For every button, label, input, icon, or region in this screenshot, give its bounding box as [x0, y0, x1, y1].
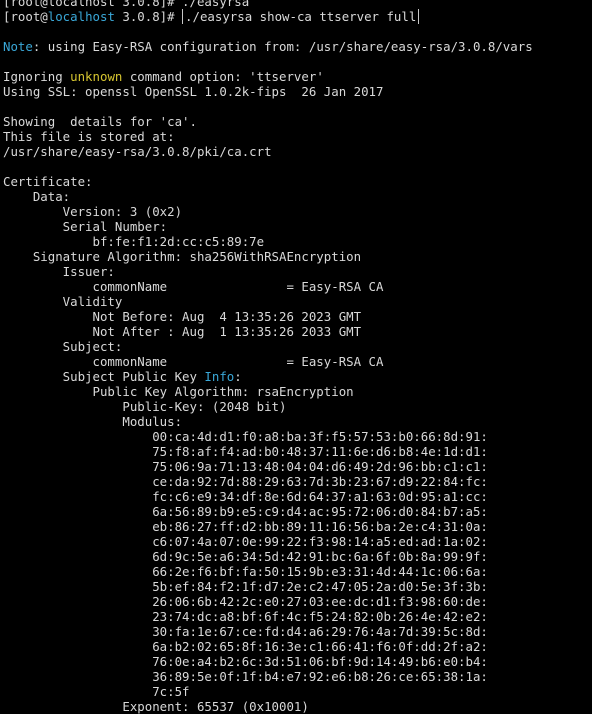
modulus-line: 75:06:9a:71:13:48:04:04:d6:49:2d:96:bb:c… [3, 459, 592, 474]
cert-subject-text: Subject: [3, 339, 123, 354]
entered-command[interactable]: ./easyrsa show-ca ttserver full [182, 9, 420, 24]
output-stored-line: This file is stored at: [3, 129, 592, 144]
cert-not-before-text: Not Before: Aug 4 13:35:26 2023 GMT [3, 309, 362, 324]
modulus-line: c6:07:4a:07:0e:99:22:f3:98:14:a5:ed:ad:1… [3, 534, 592, 549]
cert-not-before: Not Before: Aug 4 13:35:26 2023 GMT [3, 309, 592, 324]
output-showing-line: Showing details for 'ca'. [3, 114, 592, 129]
cert-issuer-text: Issuer: [3, 264, 115, 279]
cert-pk-size-text: Public-Key: (2048 bit) [3, 399, 287, 414]
modulus-line: eb:86:27:ff:d2:bb:89:11:16:56:ba:2e:c4:3… [3, 519, 592, 534]
modulus-line-text: 5b:ef:84:f2:1f:d7:2e:c2:47:05:2a:d0:5e:3… [3, 579, 488, 594]
terminal-window[interactable]: [root@localhost 3.0.8]# ./easyrsa [root@… [0, 0, 592, 714]
ssl-text: Using SSL: openssl OpenSSL 1.0.2k-fips 2… [3, 84, 384, 99]
prompt-host: localhost [47, 9, 115, 24]
cert-subject: Subject: [3, 339, 592, 354]
cert-issuer-cn: commonName = Easy-RSA CA [3, 279, 592, 294]
modulus-line: 30:fa:1e:67:ce:fd:d4:a6:29:76:4a:7d:39:5… [3, 624, 592, 639]
prompt-user: [root@ [3, 9, 48, 24]
modulus-line-text: 30:fa:1e:67:ce:fd:d4:a6:29:76:4a:7d:39:5… [3, 624, 488, 639]
modulus-line-text: 6d:9c:5e:a6:34:5d:42:91:bc:6a:6f:0b:8a:9… [3, 549, 488, 564]
cert-modulus-label: Modulus: [3, 414, 592, 429]
modulus-line-text: 6a:b2:02:65:8f:16:3e:c1:66:41:f6:0f:dd:2… [3, 639, 488, 654]
cert-pk-algorithm-text: Public Key Algorithm: rsaEncryption [3, 384, 354, 399]
terminal-line-command-prompt: [root@localhost 3.0.8]# ./easyrsa show-c… [3, 9, 592, 24]
cert-signature-algorithm: Signature Algorithm: sha256WithRSAEncryp… [3, 249, 592, 264]
modulus-line: 6a:56:89:b9:e5:c9:d4:ac:95:72:06:d0:84:b… [3, 504, 592, 519]
modulus-line-text: ce:da:92:7d:88:29:63:7d:3b:23:67:d9:22:8… [3, 474, 488, 489]
cert-pk-size: Public-Key: (2048 bit) [3, 399, 592, 414]
modulus-line: 5b:ef:84:f2:1f:d7:2e:c2:47:05:2a:d0:5e:3… [3, 579, 592, 594]
output-note-line: Note: using Easy-RSA configuration from:… [3, 39, 592, 54]
modulus-line: fc:c6:e9:34:df:8e:6d:64:37:a1:63:0d:95:a… [3, 489, 592, 504]
modulus-line: 36:89:5e:0f:1f:b4:e7:92:e6:b8:26:ce:65:3… [3, 669, 592, 684]
output-ignoring-line: Ignoring unknown command option: 'ttserv… [3, 69, 592, 84]
cert-heading-text: Certificate: [3, 174, 93, 189]
cert-spki-suffix: : [234, 369, 242, 384]
prompt-directory: 3.0.8]# [114, 9, 183, 24]
cert-validity-text: Validity [3, 294, 123, 309]
stored-text: This file is stored at: [3, 129, 175, 144]
modulus-line-text: 36:89:5e:0f:1f:b4:e7:92:e6:b8:26:ce:65:3… [3, 669, 488, 684]
cert-spki-prefix: Subject Public Key [3, 369, 205, 384]
cert-path: /usr/share/easy-rsa/3.0.8/pki/ca.crt [3, 144, 272, 159]
cert-version: Version: 3 (0x2) [3, 204, 592, 219]
ignoring-keyword: unknown [70, 69, 123, 84]
modulus-line-text: eb:86:27:ff:d2:bb:89:11:16:56:ba:2e:c4:3… [3, 519, 488, 534]
modulus-line: 66:2e:f6:bf:fa:50:15:9b:e3:31:4d:44:1c:0… [3, 564, 592, 579]
ignoring-prefix: Ignoring [3, 69, 71, 84]
cert-issuer: Issuer: [3, 264, 592, 279]
ignoring-suffix: command option: 'ttserver' [122, 69, 324, 84]
cert-spki: Subject Public Key Info: [3, 369, 592, 384]
cert-version-text: Version: 3 (0x2) [3, 204, 183, 219]
modulus-line: 6d:9c:5e:a6:34:5d:42:91:bc:6a:6f:0b:8a:9… [3, 549, 592, 564]
cert-signature-algorithm-text: Signature Algorithm: sha256WithRSAEncryp… [3, 249, 362, 264]
cert-heading: Certificate: [3, 174, 592, 189]
cert-not-after: Not After : Aug 1 13:35:26 2033 GMT [3, 324, 592, 339]
modulus-line-text: 75:f8:af:f4:ad:b0:48:37:11:6e:d6:b8:4e:1… [3, 444, 488, 459]
modulus-line-text: 26:06:6b:42:2c:e0:27:03:ee:dc:d1:f3:98:6… [3, 594, 488, 609]
cert-subject-cn-text: commonName = Easy-RSA CA [3, 354, 384, 369]
modulus-line-text: 76:0e:a4:b2:6c:3d:51:06:bf:9d:14:49:b6:e… [3, 654, 488, 669]
modulus-line-text: 75:06:9a:71:13:48:04:04:d6:49:2d:96:bb:c… [3, 459, 488, 474]
modulus-line-text: c6:07:4a:07:0e:99:22:f3:98:14:a5:ed:ad:1… [3, 534, 488, 549]
showing-text: Showing details for 'ca'. [3, 114, 197, 129]
modulus-line: 6a:b2:02:65:8f:16:3e:c1:66:41:f6:0f:dd:2… [3, 639, 592, 654]
cert-serial-label-text: Serial Number: [3, 219, 168, 234]
modulus-line-text: 23:74:dc:a8:bf:6f:4c:f5:24:82:0b:26:4e:4… [3, 609, 488, 624]
cert-serial-label: Serial Number: [3, 219, 592, 234]
cert-data-text: Data: [3, 189, 71, 204]
cert-not-after-text: Not After : Aug 1 13:35:26 2033 GMT [3, 324, 362, 339]
cert-data: Data: [3, 189, 592, 204]
output-ssl-line: Using SSL: openssl OpenSSL 1.0.2k-fips 2… [3, 84, 592, 99]
modulus-line-text: 6a:56:89:b9:e5:c9:d4:ac:95:72:06:d0:84:b… [3, 504, 488, 519]
cert-serial-value-text: bf:fe:f1:2d:cc:c5:89:7e [3, 234, 265, 249]
note-label: Note [3, 39, 33, 54]
modulus-line: 26:06:6b:42:2c:e0:27:03:ee:dc:d1:f3:98:6… [3, 594, 592, 609]
cert-spki-info-keyword: Info [204, 369, 235, 384]
terminal-line-previous-prompt: [root@localhost 3.0.8]# ./easyrsa [3, 0, 592, 9]
cert-subject-cn: commonName = Easy-RSA CA [3, 354, 592, 369]
output-path-line: /usr/share/easy-rsa/3.0.8/pki/ca.crt [3, 144, 592, 159]
cert-modulus-label-text: Modulus: [3, 414, 183, 429]
modulus-line: 7c:5f [3, 684, 592, 699]
modulus-line: 76:0e:a4:b2:6c:3d:51:06:bf:9d:14:49:b6:e… [3, 654, 592, 669]
cert-pk-algorithm: Public Key Algorithm: rsaEncryption [3, 384, 592, 399]
modulus-line-text: 00:ca:4d:d1:f0:a8:ba:3f:f5:57:53:b0:66:8… [3, 429, 488, 444]
modulus-line: 75:f8:af:f4:ad:b0:48:37:11:6e:d6:b8:4e:1… [3, 444, 592, 459]
cert-serial-value: bf:fe:f1:2d:cc:c5:89:7e [3, 234, 592, 249]
modulus-line: 00:ca:4d:d1:f0:a8:ba:3f:f5:57:53:b0:66:8… [3, 429, 592, 444]
cert-issuer-cn-text: commonName = Easy-RSA CA [3, 279, 384, 294]
modulus-line: 23:74:dc:a8:bf:6f:4c:f5:24:82:0b:26:4e:4… [3, 609, 592, 624]
previous-prompt-text: [root@localhost 3.0.8]# ./easyrsa [3, 0, 250, 9]
modulus-line-text: 66:2e:f6:bf:fa:50:15:9b:e3:31:4d:44:1c:0… [3, 564, 488, 579]
cert-validity: Validity [3, 294, 592, 309]
modulus-line-text: fc:c6:e9:34:df:8e:6d:64:37:a1:63:0d:95:a… [3, 489, 488, 504]
note-text: : using Easy-RSA configuration from: /us… [32, 39, 533, 54]
modulus-line-text: 7c:5f [3, 684, 190, 699]
modulus-line: ce:da:92:7d:88:29:63:7d:3b:23:67:d9:22:8… [3, 474, 592, 489]
